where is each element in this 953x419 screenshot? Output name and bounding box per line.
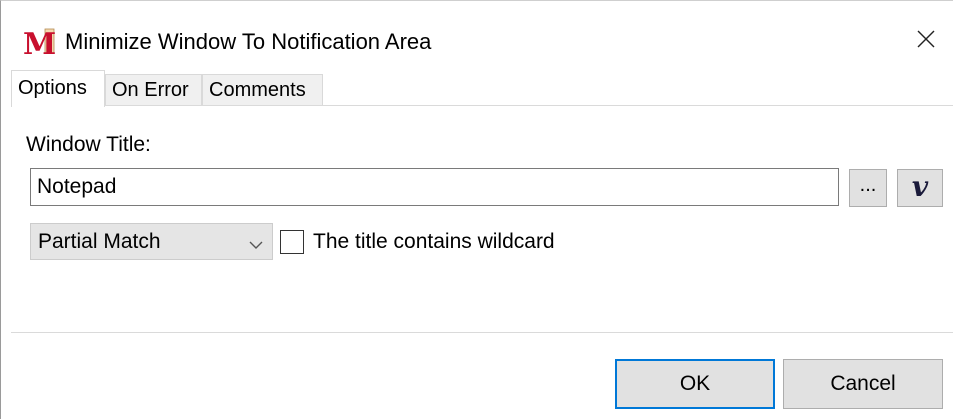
- window-title-input[interactable]: [30, 168, 839, 206]
- window-title-label: Window Title:: [26, 133, 151, 156]
- cancel-button[interactable]: Cancel: [783, 359, 943, 409]
- dialog-window: M Minimize Window To Notification Area O…: [0, 0, 953, 419]
- footer-divider: [11, 332, 953, 333]
- svg-text:M: M: [23, 27, 55, 57]
- tab-options[interactable]: Options: [11, 70, 105, 107]
- match-mode-value: Partial Match: [38, 230, 161, 253]
- tab-on-error[interactable]: On Error: [105, 74, 202, 106]
- close-icon: [917, 30, 935, 53]
- wildcard-checkbox[interactable]: [280, 230, 304, 254]
- tab-comments[interactable]: Comments: [202, 74, 323, 106]
- browse-button[interactable]: ...: [849, 169, 887, 207]
- close-button[interactable]: [903, 21, 949, 61]
- insert-variable-button[interactable]: v: [897, 169, 943, 207]
- tab-bar: Options On Error Comments: [11, 70, 953, 107]
- window-title: Minimize Window To Notification Area: [65, 29, 432, 54]
- wildcard-label[interactable]: The title contains wildcard: [313, 230, 555, 254]
- title-bar: M Minimize Window To Notification Area: [1, 1, 953, 69]
- macro-m-icon: M: [23, 27, 56, 62]
- ok-button[interactable]: OK: [615, 359, 775, 409]
- match-mode-dropdown[interactable]: Partial Match: [30, 223, 273, 260]
- chevron-down-icon: [249, 237, 263, 249]
- tab-divider: [11, 105, 953, 106]
